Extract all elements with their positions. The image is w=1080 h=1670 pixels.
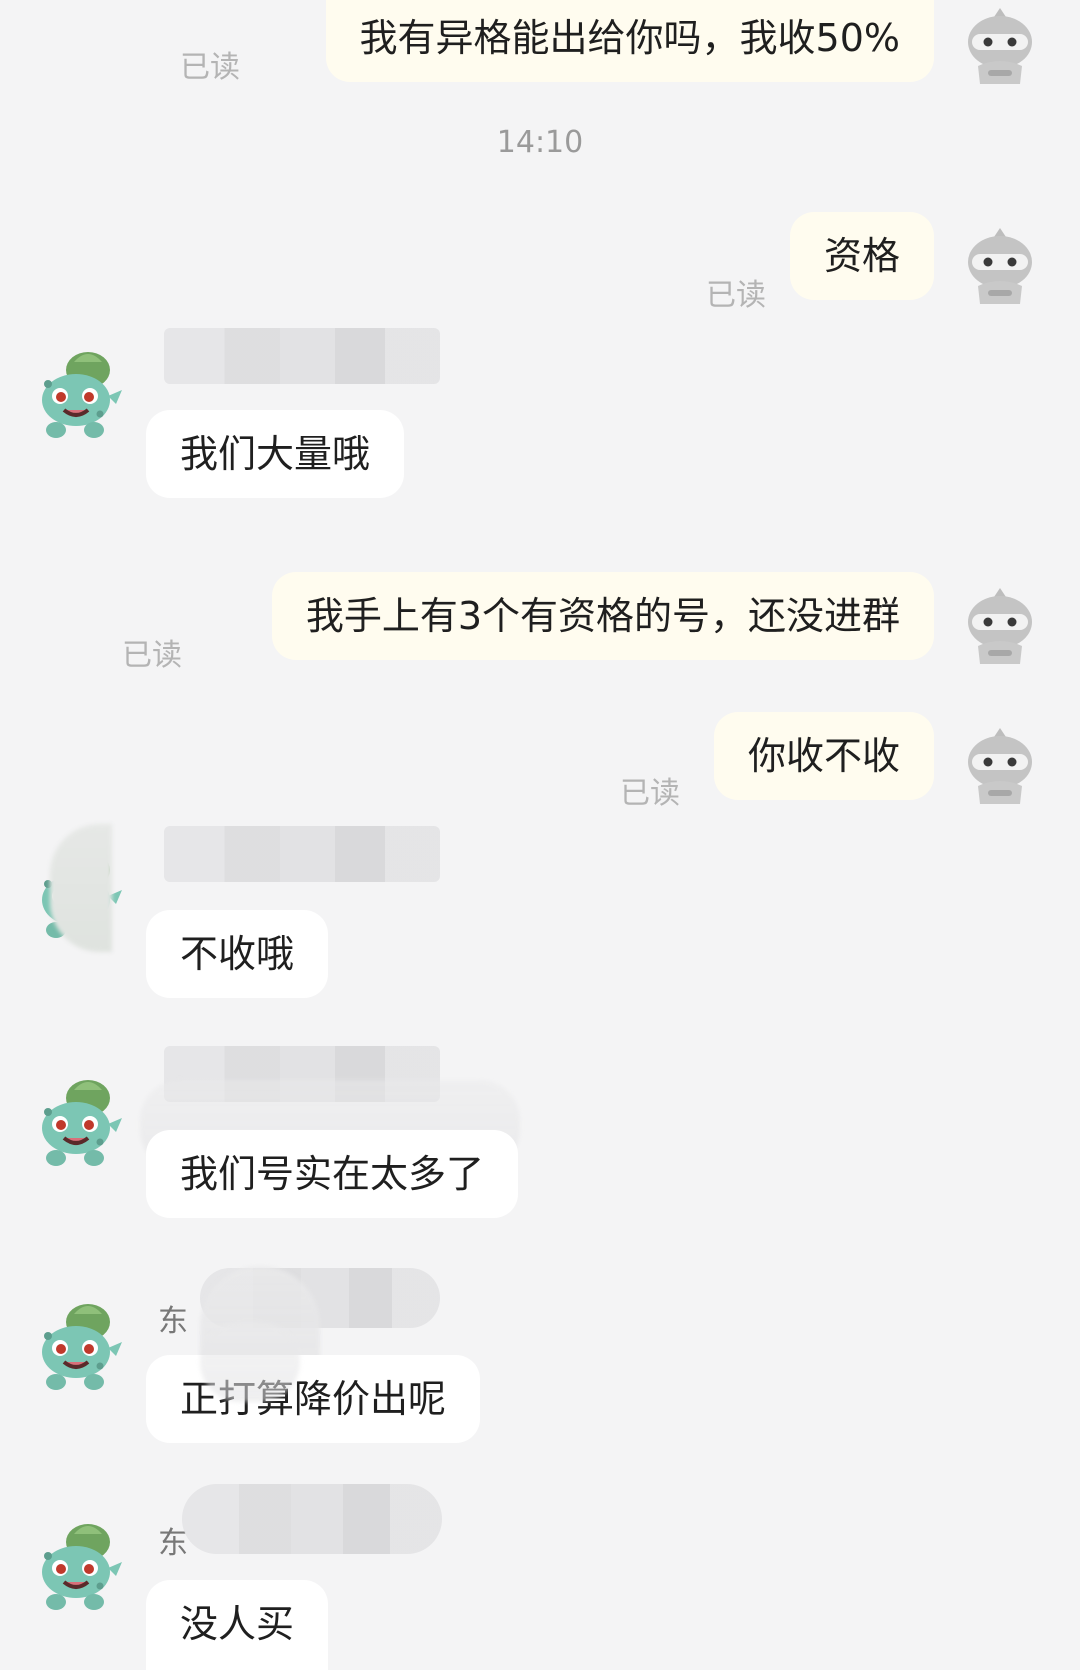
their-message-bubble[interactable]: 我们大量哦	[146, 410, 405, 498]
my-message-bubble[interactable]: 我手上有3个有资格的号，还没进群	[271, 572, 934, 660]
ninja-avatar-icon[interactable]	[958, 224, 1042, 308]
my-message-bubble[interactable]: 你收不收	[713, 712, 934, 800]
read-receipt: 已读	[620, 776, 680, 811]
their-message-bubble[interactable]: 正打算降价出呢	[146, 1355, 481, 1443]
bulbasaur-avatar-icon[interactable]	[30, 1520, 126, 1616]
ninja-avatar-icon[interactable]	[958, 4, 1042, 88]
message-text: 你收不收	[747, 734, 900, 778]
read-receipt: 已读	[706, 278, 766, 313]
sender-name-redacted	[182, 1484, 442, 1554]
bulbasaur-avatar-icon[interactable]	[30, 348, 126, 444]
message-text: 我手上有3个有资格的号，还没进群	[305, 594, 900, 638]
chat-view: 我有异格能出给你吗，我收50% 已读 14:10 资格 已读 我们大量哦 我手上…	[0, 0, 1080, 1670]
sender-name-redacted	[164, 826, 440, 882]
their-message-bubble[interactable]: 我们号实在太多了	[146, 1130, 519, 1218]
message-text: 我们号实在太多了	[180, 1152, 485, 1196]
message-text: 不收哦	[180, 932, 295, 976]
message-text: 没人买	[180, 1602, 295, 1646]
bulbasaur-avatar-icon[interactable]	[30, 1300, 126, 1396]
bulbasaur-avatar-icon[interactable]	[30, 1076, 126, 1172]
read-receipt: 已读	[180, 50, 240, 85]
my-message-bubble[interactable]: 我有异格能出给你吗，我收50%	[325, 0, 934, 82]
sender-name: 东	[158, 1304, 188, 1339]
my-message-bubble[interactable]: 资格	[789, 212, 934, 300]
message-text: 我有异格能出给你吗，我收50%	[359, 16, 900, 60]
ninja-avatar-icon[interactable]	[958, 584, 1042, 668]
read-receipt: 已读	[122, 638, 182, 673]
message-text: 资格	[823, 234, 900, 278]
message-text: 我们大量哦	[180, 432, 371, 476]
their-message-bubble[interactable]: 不收哦	[146, 910, 329, 998]
redaction-patch	[200, 1322, 300, 1402]
their-message-bubble[interactable]: 没人买	[146, 1580, 329, 1670]
timestamp: 14:10	[496, 125, 584, 160]
sender-name-redacted	[164, 328, 440, 384]
ninja-avatar-icon[interactable]	[958, 724, 1042, 808]
